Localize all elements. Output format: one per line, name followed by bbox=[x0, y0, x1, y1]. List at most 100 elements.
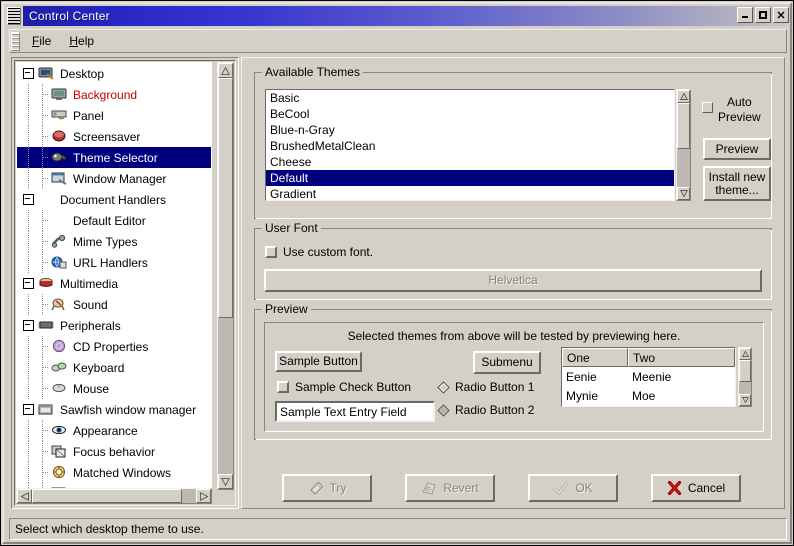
sidebar-vertical-scrollbar[interactable] bbox=[217, 62, 234, 490]
theme-list-item[interactable]: Gradient bbox=[266, 186, 674, 201]
expander-icon[interactable] bbox=[23, 194, 34, 205]
preview-table-row[interactable]: MynieMoe bbox=[562, 386, 735, 405]
preview-table-scrollbar[interactable] bbox=[738, 347, 752, 407]
sidebar-item-desktop[interactable]: Desktop bbox=[17, 63, 211, 84]
url-icon bbox=[51, 255, 68, 270]
theme-list-item[interactable]: Basic bbox=[266, 90, 674, 106]
sidebar-item-focus-behavior[interactable]: Focus behavior bbox=[17, 441, 211, 462]
sidebar-item-cd-properties[interactable]: CD Properties bbox=[17, 336, 211, 357]
sidebar-item-matched-windows[interactable]: Matched Windows bbox=[17, 462, 211, 483]
themes-listbox[interactable]: BasicBeCoolBlue-n-GrayBrushedMetalCleanC… bbox=[265, 89, 675, 201]
preview-table[interactable]: One Two EenieMeenieMynieMoe bbox=[561, 347, 736, 407]
theme-list-item[interactable]: Default bbox=[266, 170, 674, 186]
revert-icon bbox=[421, 481, 437, 496]
sidebar-item-background[interactable]: Background bbox=[17, 84, 211, 105]
install-new-theme-button[interactable]: Install new theme... bbox=[703, 166, 771, 201]
menu-file[interactable]: File bbox=[23, 31, 60, 51]
menubar-drag-handle[interactable] bbox=[11, 32, 20, 51]
sidebar-item-default-editor[interactable]: Default Editor bbox=[17, 210, 211, 231]
close-button[interactable] bbox=[773, 7, 789, 23]
try-button[interactable]: Try bbox=[282, 474, 372, 502]
font-select-button[interactable]: Helvetica bbox=[264, 269, 762, 292]
scroll-left-button[interactable] bbox=[17, 489, 32, 503]
expander-icon[interactable] bbox=[23, 278, 34, 289]
expander-icon[interactable] bbox=[23, 404, 34, 415]
sample-check-row[interactable]: Sample Check Button bbox=[277, 380, 411, 394]
themes-scroll-thumb[interactable] bbox=[677, 103, 690, 149]
preview-table-row[interactable]: EenieMeenie bbox=[562, 367, 735, 386]
sample-check-button-checkbox[interactable] bbox=[277, 381, 289, 393]
minimize-button[interactable] bbox=[737, 7, 753, 23]
eye-icon bbox=[51, 423, 68, 438]
menu-help[interactable]: Help bbox=[60, 31, 103, 51]
theme-list-item[interactable]: BeCool bbox=[266, 106, 674, 122]
sidebar-item-document-handlers[interactable]: Document Handlers bbox=[17, 189, 211, 210]
sidebar-item-url-handlers[interactable]: URL Handlers bbox=[17, 252, 211, 273]
settings-tree[interactable]: Desktop Background Panel Screensaver Theme S… bbox=[16, 62, 212, 490]
client-area: Desktop Background Panel Screensaver Theme S… bbox=[9, 55, 787, 515]
preview-table-scroll-down-button[interactable] bbox=[739, 394, 751, 406]
radio-button-2-row[interactable]: Radio Button 2 bbox=[437, 403, 534, 417]
sidebar-item-screensaver[interactable]: Screensaver bbox=[17, 126, 211, 147]
sidebar-item-keyboard[interactable]: Keyboard bbox=[17, 357, 211, 378]
sidebar-item-label: Screensaver bbox=[73, 130, 140, 144]
sidebar-item-sawfish-window-manager[interactable]: Sawfish window manager bbox=[17, 399, 211, 420]
scroll-thumb[interactable] bbox=[218, 78, 233, 318]
preview-table-header-cell[interactable]: Two bbox=[628, 348, 735, 367]
sidebar-item-label: Background bbox=[73, 88, 137, 102]
radio-button-2-indicator[interactable] bbox=[437, 404, 450, 417]
revert-button[interactable]: Revert bbox=[405, 474, 495, 502]
scroll-down-button[interactable] bbox=[218, 474, 233, 489]
title-bar-gradient[interactable]: Control Center bbox=[23, 6, 790, 26]
sidebar-item-label: Mouse bbox=[73, 382, 109, 396]
use-custom-font-checkbox[interactable] bbox=[265, 246, 277, 258]
sidebar-item-sound[interactable]: Sound bbox=[17, 294, 211, 315]
window-menu-icon[interactable] bbox=[7, 7, 21, 25]
auto-preview-checkbox[interactable] bbox=[702, 102, 713, 113]
theme-list-item[interactable]: Cheese bbox=[266, 154, 674, 170]
tree-branch-icon bbox=[39, 378, 51, 399]
themes-scroll-down-button[interactable] bbox=[677, 187, 690, 200]
ok-button[interactable]: OK bbox=[528, 474, 618, 502]
preview-table-scroll-thumb[interactable] bbox=[739, 360, 751, 382]
scroll-up-button[interactable] bbox=[218, 63, 233, 78]
sidebar-item-window-manager[interactable]: Window Manager bbox=[17, 168, 211, 189]
preview-button[interactable]: Preview bbox=[703, 138, 771, 160]
sidebar-item-multimedia[interactable]: Multimedia bbox=[17, 273, 211, 294]
hscroll-thumb[interactable] bbox=[32, 489, 182, 503]
scroll-right-button[interactable] bbox=[196, 489, 211, 503]
cancel-button[interactable]: Cancel bbox=[651, 474, 741, 502]
radio-button-1-row[interactable]: Radio Button 1 bbox=[437, 380, 534, 394]
sidebar-item-peripherals[interactable]: Peripherals bbox=[17, 315, 211, 336]
sidebar-item-theme-selector[interactable]: Theme Selector bbox=[17, 147, 211, 168]
sidebar-item-mime-types[interactable]: Mime Types bbox=[17, 231, 211, 252]
theme-list-item[interactable]: BrushedMetalClean bbox=[266, 138, 674, 154]
tree-branch-icon bbox=[39, 252, 51, 273]
preview-table-header-cell[interactable]: One bbox=[562, 348, 628, 367]
keyboard-icon bbox=[51, 360, 68, 375]
tree-guide-line bbox=[28, 252, 29, 273]
sidebar-item-mouse[interactable]: Mouse bbox=[17, 378, 211, 399]
available-themes-label: Available Themes bbox=[262, 65, 363, 79]
auto-preview-row[interactable]: Auto Preview bbox=[702, 95, 761, 125]
submenu-button[interactable]: Submenu bbox=[473, 351, 541, 374]
preview-table-scroll-up-button[interactable] bbox=[739, 348, 751, 360]
theme-list-item[interactable]: Blue-n-Gray bbox=[266, 122, 674, 138]
sample-text-entry-field[interactable]: Sample Text Entry Field bbox=[275, 401, 435, 422]
status-bar-text: Select which desktop theme to use. bbox=[10, 522, 204, 536]
expander-icon[interactable] bbox=[23, 68, 34, 79]
sidebar-horizontal-scrollbar[interactable] bbox=[16, 488, 212, 504]
sidebar-item-panel[interactable]: Panel bbox=[17, 105, 211, 126]
sidebar-item-label: Default Editor bbox=[73, 214, 146, 228]
expander-icon[interactable] bbox=[23, 320, 34, 331]
sidebar-panel: Desktop Background Panel Screensaver Theme S… bbox=[11, 57, 239, 509]
maximize-button[interactable] bbox=[755, 7, 771, 23]
sidebar-item-appearance[interactable]: Appearance bbox=[17, 420, 211, 441]
sidebar-item-label: Window Manager bbox=[73, 172, 166, 186]
sample-button[interactable]: Sample Button bbox=[275, 351, 362, 372]
tree-branch-icon bbox=[39, 231, 51, 252]
themes-scrollbar[interactable] bbox=[676, 89, 691, 201]
radio-button-1-indicator[interactable] bbox=[437, 381, 450, 394]
themes-scroll-up-button[interactable] bbox=[677, 90, 690, 103]
use-custom-font-row[interactable]: Use custom font. bbox=[265, 245, 373, 259]
